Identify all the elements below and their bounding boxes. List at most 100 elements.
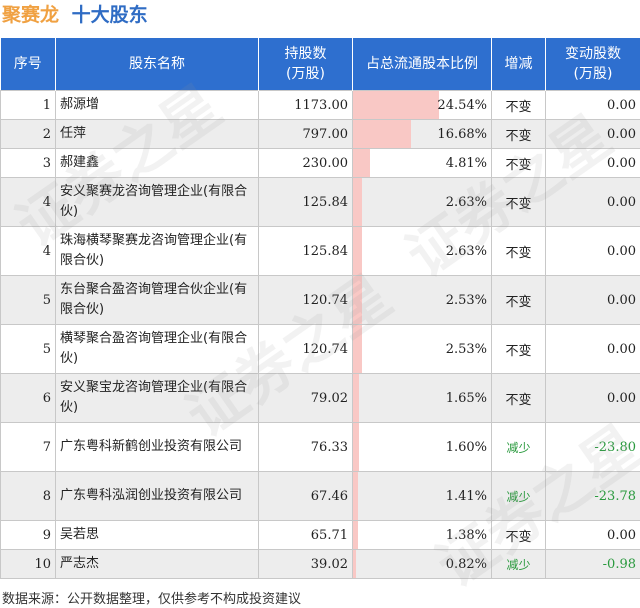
ratio-value: 2.63% — [445, 243, 487, 259]
change-status-cell: 不变 — [491, 275, 546, 325]
ratio-bar — [353, 521, 358, 549]
ratio-value: 1.41% — [445, 488, 487, 504]
delta-cell: 0.00 — [545, 119, 640, 149]
ratio-bar — [353, 120, 412, 148]
shares-cell: 230.00 — [258, 148, 353, 178]
shareholder-name-cell: 横琴聚合盈咨询管理企业(有限合伙) — [55, 324, 259, 374]
rank-cell: 1 — [0, 90, 56, 120]
delta-cell: -0.98 — [545, 549, 640, 579]
delta-cell: 0.00 — [545, 373, 640, 423]
shares-cell: 125.84 — [258, 177, 353, 227]
ratio-value: 1.60% — [445, 439, 487, 455]
column-header-rank: 序号 — [0, 38, 56, 91]
column-header-delta: 变动股数 (万股) — [545, 38, 640, 91]
rank-cell: 9 — [0, 520, 56, 550]
change-status-cell: 不变 — [491, 520, 546, 550]
delta-cell: 0.00 — [545, 148, 640, 178]
ratio-value: 24.54% — [437, 97, 487, 113]
rank-cell: 4 — [0, 226, 56, 276]
shares-cell: 120.74 — [258, 275, 353, 325]
section-title: 十大股东 — [71, 4, 148, 26]
page-title: 聚赛龙 十大股东 — [2, 2, 148, 28]
ratio-value: 2.63% — [445, 194, 487, 210]
shareholder-name-cell: 郝建鑫 — [55, 148, 259, 178]
shareholder-name-cell: 郝源增 — [55, 90, 259, 120]
rank-cell: 4 — [0, 177, 56, 227]
shares-cell: 1173.00 — [258, 90, 353, 120]
delta-cell: 0.00 — [545, 90, 640, 120]
table-row: 10 严志杰 39.02 0.82% 减少 -0.98 — [0, 549, 640, 579]
shareholder-name-cell: 严志杰 — [55, 549, 259, 579]
table-row: 5 东台聚合盈咨询管理合伙企业(有限合伙) 120.74 2.53% 不变 0.00 — [0, 275, 640, 325]
ratio-cell: 2.53% — [352, 324, 492, 374]
shares-cell: 797.00 — [258, 119, 353, 149]
change-status-cell: 不变 — [491, 373, 546, 423]
ratio-cell: 2.63% — [352, 226, 492, 276]
delta-cell: -23.80 — [545, 422, 640, 472]
ratio-bar — [353, 374, 359, 422]
ratio-bar — [353, 91, 439, 119]
ratio-value: 1.65% — [445, 390, 487, 406]
table-row: 1 郝源增 1173.00 24.54% 不变 0.00 — [0, 90, 640, 120]
ratio-bar — [353, 149, 370, 177]
delta-cell: 0.00 — [545, 324, 640, 374]
shareholder-name-cell: 安义聚宝龙咨询管理企业(有限合伙) — [55, 373, 259, 423]
table-row: 5 横琴聚合盈咨询管理企业(有限合伙) 120.74 2.53% 不变 0.00 — [0, 324, 640, 374]
column-header-name: 股东名称 — [55, 38, 259, 91]
ratio-cell: 4.81% — [352, 148, 492, 178]
table-row: 6 安义聚宝龙咨询管理企业(有限合伙) 79.02 1.65% 不变 0.00 — [0, 373, 640, 423]
change-status-cell: 减少 — [491, 549, 546, 579]
ratio-bar — [353, 550, 356, 578]
ratio-bar — [353, 472, 358, 520]
delta-cell: 0.00 — [545, 275, 640, 325]
rank-cell: 6 — [0, 373, 56, 423]
shares-cell: 67.46 — [258, 471, 353, 521]
ratio-cell: 24.54% — [352, 90, 492, 120]
ratio-bar — [353, 276, 362, 324]
shareholders-table: 序号 股东名称 持股数 (万股) 占总流通股本比例 增减 变动股数 (万股) 1… — [0, 38, 640, 579]
ratio-value: 2.53% — [445, 341, 487, 357]
ratio-value: 1.38% — [445, 527, 487, 543]
shareholder-name-cell: 安义聚赛龙咨询管理企业(有限合伙) — [55, 177, 259, 227]
shareholder-name-cell: 吴若思 — [55, 520, 259, 550]
ratio-value: 16.68% — [437, 126, 487, 142]
column-header-ratio: 占总流通股本比例 — [352, 38, 492, 91]
table-row: 3 郝建鑫 230.00 4.81% 不变 0.00 — [0, 148, 640, 178]
change-status-cell: 不变 — [491, 148, 546, 178]
rank-cell: 5 — [0, 324, 56, 374]
data-source-note: 数据来源：公开数据整理，仅供参考不构成投资建议 — [2, 592, 302, 607]
table-row: 9 吴若思 65.71 1.38% 不变 0.00 — [0, 520, 640, 550]
ratio-cell: 16.68% — [352, 119, 492, 149]
ratio-cell: 1.60% — [352, 422, 492, 472]
change-status-cell: 减少 — [491, 422, 546, 472]
shares-cell: 125.84 — [258, 226, 353, 276]
ratio-cell: 1.41% — [352, 471, 492, 521]
shares-cell: 76.33 — [258, 422, 353, 472]
rank-cell: 5 — [0, 275, 56, 325]
company-name: 聚赛龙 — [2, 4, 60, 26]
shareholder-name-cell: 东台聚合盈咨询管理合伙企业(有限合伙) — [55, 275, 259, 325]
shareholder-name-cell: 广东粤科新鹤创业投资有限公司 — [55, 422, 259, 472]
shares-cell: 79.02 — [258, 373, 353, 423]
shareholder-name-cell: 广东粤科泓润创业投资有限公司 — [55, 471, 259, 521]
shares-cell: 120.74 — [258, 324, 353, 374]
ratio-cell: 1.65% — [352, 373, 492, 423]
delta-cell: 0.00 — [545, 177, 640, 227]
change-status-cell: 不变 — [491, 177, 546, 227]
column-header-change: 增减 — [491, 38, 546, 91]
rank-cell: 2 — [0, 119, 56, 149]
rank-cell: 10 — [0, 549, 56, 579]
ratio-cell: 2.53% — [352, 275, 492, 325]
ratio-cell: 0.82% — [352, 549, 492, 579]
change-status-cell: 不变 — [491, 226, 546, 276]
ratio-cell: 1.38% — [352, 520, 492, 550]
table-row: 8 广东粤科泓润创业投资有限公司 67.46 1.41% 减少 -23.78 — [0, 471, 640, 521]
ratio-bar — [353, 325, 362, 373]
ratio-value: 4.81% — [445, 155, 487, 171]
ratio-cell: 2.63% — [352, 177, 492, 227]
column-header-shares: 持股数 (万股) — [258, 38, 353, 91]
change-status-cell: 减少 — [491, 471, 546, 521]
ratio-bar — [353, 178, 363, 226]
ratio-value: 2.53% — [445, 292, 487, 308]
table-row: 4 珠海横琴聚赛龙咨询管理企业(有限合伙) 125.84 2.63% 不变 0.00 — [0, 226, 640, 276]
